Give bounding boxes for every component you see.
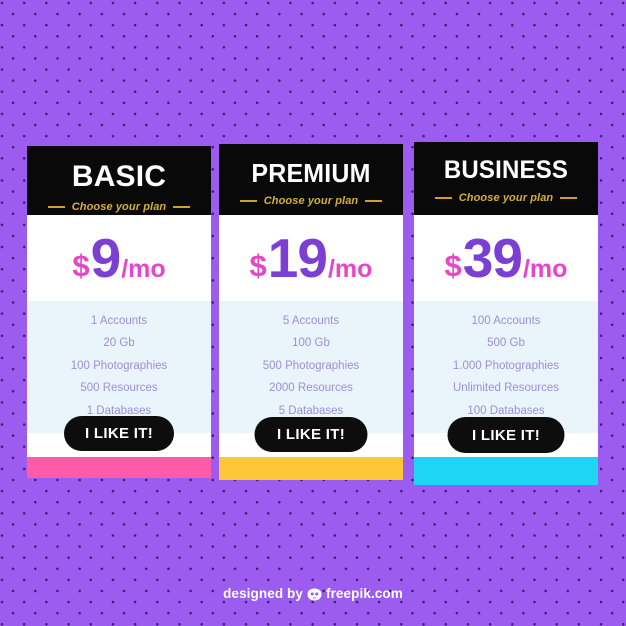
- feature-item: 5 Accounts: [282, 314, 340, 327]
- credit-brand: freepik.com: [325, 586, 403, 601]
- plan-subtitle: Choose your plan: [71, 201, 167, 213]
- price-amount: 9: [90, 226, 122, 289]
- plan-subtitle-row: Choose your plan: [225, 195, 397, 207]
- pricing-card-basic: BASIC Choose your plan $ 9 /mo 1 Account…: [27, 146, 211, 478]
- dash-right-icon: [560, 197, 578, 199]
- pricing-card-premium: PREMIUM Choose your plan $ 19 /mo 5 Acco…: [219, 144, 403, 480]
- feature-item: 500 Gb: [487, 337, 525, 349]
- price-period: /mo: [327, 254, 373, 283]
- designed-by-credit: designed by freepik.com: [0, 586, 626, 601]
- features-list: 1 Accounts 20 Gb 100 Photographies 500 R…: [27, 301, 211, 433]
- feature-item: 100 Gb: [292, 337, 330, 349]
- price-line: $ 9 /mo: [72, 226, 166, 289]
- card-header-business: BUSINESS Choose your plan: [414, 142, 598, 215]
- pricing-cards-container: BASIC Choose your plan $ 9 /mo 1 Account…: [0, 0, 626, 626]
- feature-item: 2000 Resources: [269, 382, 353, 394]
- dash-left-icon: [47, 206, 65, 208]
- card-header-basic: BASIC Choose your plan: [27, 146, 211, 215]
- price-period: /mo: [121, 254, 166, 283]
- price-amount: 19: [267, 226, 328, 289]
- plan-subtitle-row: Choose your plan: [420, 192, 592, 204]
- dash-left-icon: [239, 200, 257, 202]
- dash-left-icon: [434, 197, 452, 199]
- plan-subtitle-row: Choose your plan: [33, 201, 205, 213]
- card-accent-band: [219, 456, 403, 480]
- features-list: 5 Accounts 100 Gb 500 Photographies 2000…: [219, 301, 403, 433]
- feature-item: 100 Accounts: [471, 314, 541, 327]
- plan-title: BUSINESS: [443, 156, 569, 184]
- price-area: $ 9 /mo: [27, 215, 211, 301]
- plan-title: PREMIUM: [251, 158, 371, 188]
- price-line: $ 19 /mo: [249, 226, 373, 289]
- feature-item: 100 Photographies: [70, 359, 168, 372]
- card-accent-band: [414, 456, 598, 485]
- cta-button-business[interactable]: I LIKE IT!: [447, 417, 565, 453]
- card-header-premium: PREMIUM Choose your plan: [219, 144, 403, 215]
- feature-item: 500 Resources: [80, 382, 158, 394]
- pricing-card-business: BUSINESS Choose your plan $ 39 /mo 100 A…: [414, 142, 598, 485]
- price-currency: $: [444, 247, 462, 283]
- feature-item: 20 Gb: [103, 337, 135, 349]
- plan-title: BASIC: [71, 160, 167, 193]
- price-area: $ 19 /mo: [219, 215, 403, 301]
- plan-subtitle: Choose your plan: [458, 192, 554, 204]
- plan-subtitle: Choose your plan: [263, 195, 359, 207]
- price-currency: $: [72, 247, 90, 283]
- price-amount: 39: [462, 226, 523, 289]
- cta-button-basic[interactable]: I LIKE IT!: [64, 416, 174, 451]
- feature-item: 1.000 Photographies: [452, 359, 560, 372]
- price-period: /mo: [522, 254, 568, 283]
- feature-item: Unlimited Resources: [452, 382, 560, 394]
- features-list: 100 Accounts 500 Gb 1.000 Photographies …: [414, 301, 598, 433]
- price-area: $ 39 /mo: [414, 215, 598, 301]
- freepik-owl-icon: [307, 588, 322, 601]
- credit-prefix: designed by: [223, 586, 303, 601]
- price-currency: $: [249, 247, 267, 283]
- feature-item: 500 Photographies: [262, 359, 360, 372]
- cta-button-premium[interactable]: I LIKE IT!: [254, 417, 368, 452]
- dash-right-icon: [365, 200, 383, 202]
- card-accent-band: [27, 456, 211, 478]
- price-line: $ 39 /mo: [444, 226, 568, 289]
- feature-item: 1 Accounts: [90, 314, 148, 327]
- dash-right-icon: [173, 206, 191, 208]
